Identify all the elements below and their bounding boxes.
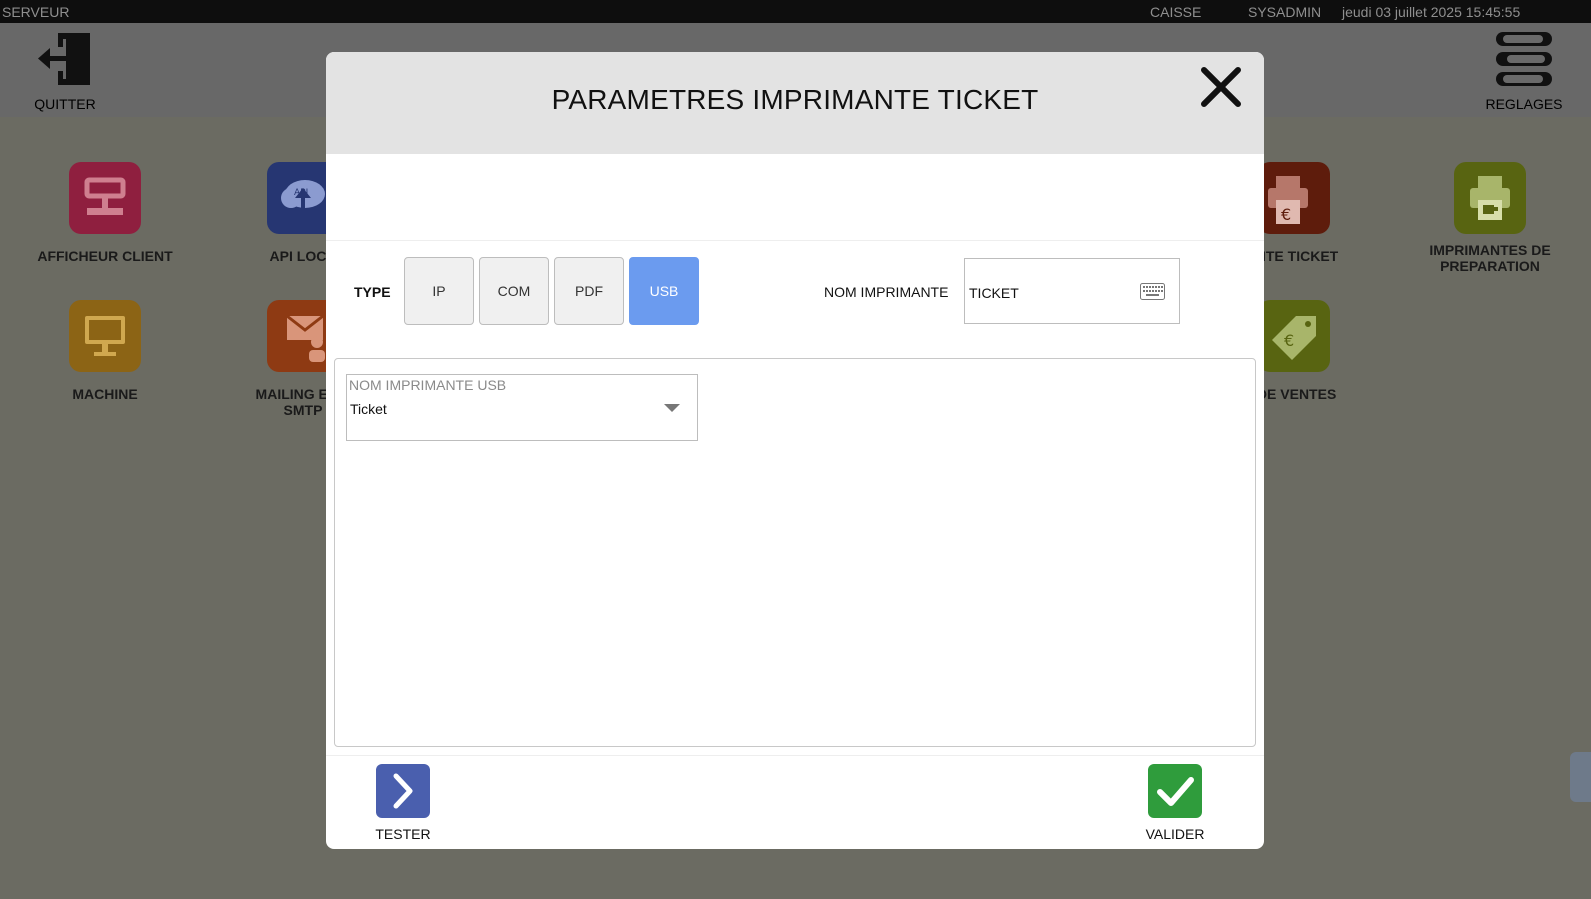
printer-name-label: NOM IMPRIMANTE [824,284,949,300]
tile-label-line1: IMPRIMANTES DE [1429,242,1551,258]
type-usb-button[interactable]: USB [629,257,699,325]
test-button[interactable]: TESTER [372,764,434,842]
quit-button[interactable]: QUITTER [30,31,100,112]
chevron-right-icon [376,764,430,818]
tile-label: MACHINE [72,386,138,402]
printer-name-value: TICKET [969,285,1019,301]
divider [326,240,1264,241]
server-label: SERVEUR [2,4,70,20]
test-label: TESTER [375,826,431,842]
display-icon [69,162,141,234]
printer-euro-icon: € [1258,162,1330,234]
keyboard-icon[interactable] [1140,283,1165,300]
monitor-icon [69,300,141,372]
validate-button[interactable]: VALIDER [1138,764,1212,842]
side-edge-tab[interactable] [1570,752,1591,802]
tile-label: AFFICHEUR CLIENT [37,248,173,264]
usb-printer-select-value: Ticket [350,401,387,417]
toggles-icon [1496,32,1552,86]
register-label: CAISSE [1150,4,1202,20]
tile-afficheur-client[interactable]: AFFICHEUR CLIENT [30,162,180,264]
chevron-down-icon [664,404,680,412]
tile-label-line2: PREPARATION [1440,258,1540,274]
exit-door-icon [38,33,90,85]
printer-cup-icon [1454,162,1526,234]
svg-text:€: € [1281,205,1291,224]
settings-label: REGLAGES [1485,96,1563,112]
settings-button[interactable]: REGLAGES [1484,31,1564,112]
dialog-title: PARAMETRES IMPRIMANTE TICKET [551,84,1039,115]
printer-settings-dialog: PARAMETRES IMPRIMANTE TICKET TYPE IP COM… [326,52,1264,849]
status-bar: SERVEUR CAISSE SYSADMIN jeudi 03 juillet… [0,0,1591,23]
divider [326,755,1264,756]
api-badge: API [294,188,308,198]
tile-machine[interactable]: MACHINE [30,300,180,402]
type-com-button[interactable]: COM [479,257,549,325]
usb-printer-select-label: NOM IMPRIMANTE USB [349,377,507,393]
user-label: SYSADMIN [1248,4,1322,20]
svg-text:€: € [1284,331,1294,350]
close-icon [1201,67,1241,107]
validate-label: VALIDER [1145,826,1205,842]
printer-name-field[interactable]: TICKET [964,258,1180,324]
usb-settings-panel: NOM IMPRIMANTE USB Ticket [334,358,1256,747]
price-tag-icon: € [1258,300,1330,372]
usb-printer-select[interactable]: NOM IMPRIMANTE USB Ticket [346,374,698,441]
datetime-label: jeudi 03 juillet 2025 15:45:55 [1342,4,1521,20]
dialog-header: PARAMETRES IMPRIMANTE TICKET [326,52,1264,154]
tile-imprimantes-preparation[interactable]: IMPRIMANTES DE PREPARATION [1410,162,1570,274]
type-pdf-button[interactable]: PDF [554,257,624,325]
close-button[interactable] [1200,66,1242,108]
type-label: TYPE [354,284,391,300]
quit-label: QUITTER [34,96,96,112]
type-ip-button[interactable]: IP [404,257,474,325]
check-icon [1148,764,1202,818]
